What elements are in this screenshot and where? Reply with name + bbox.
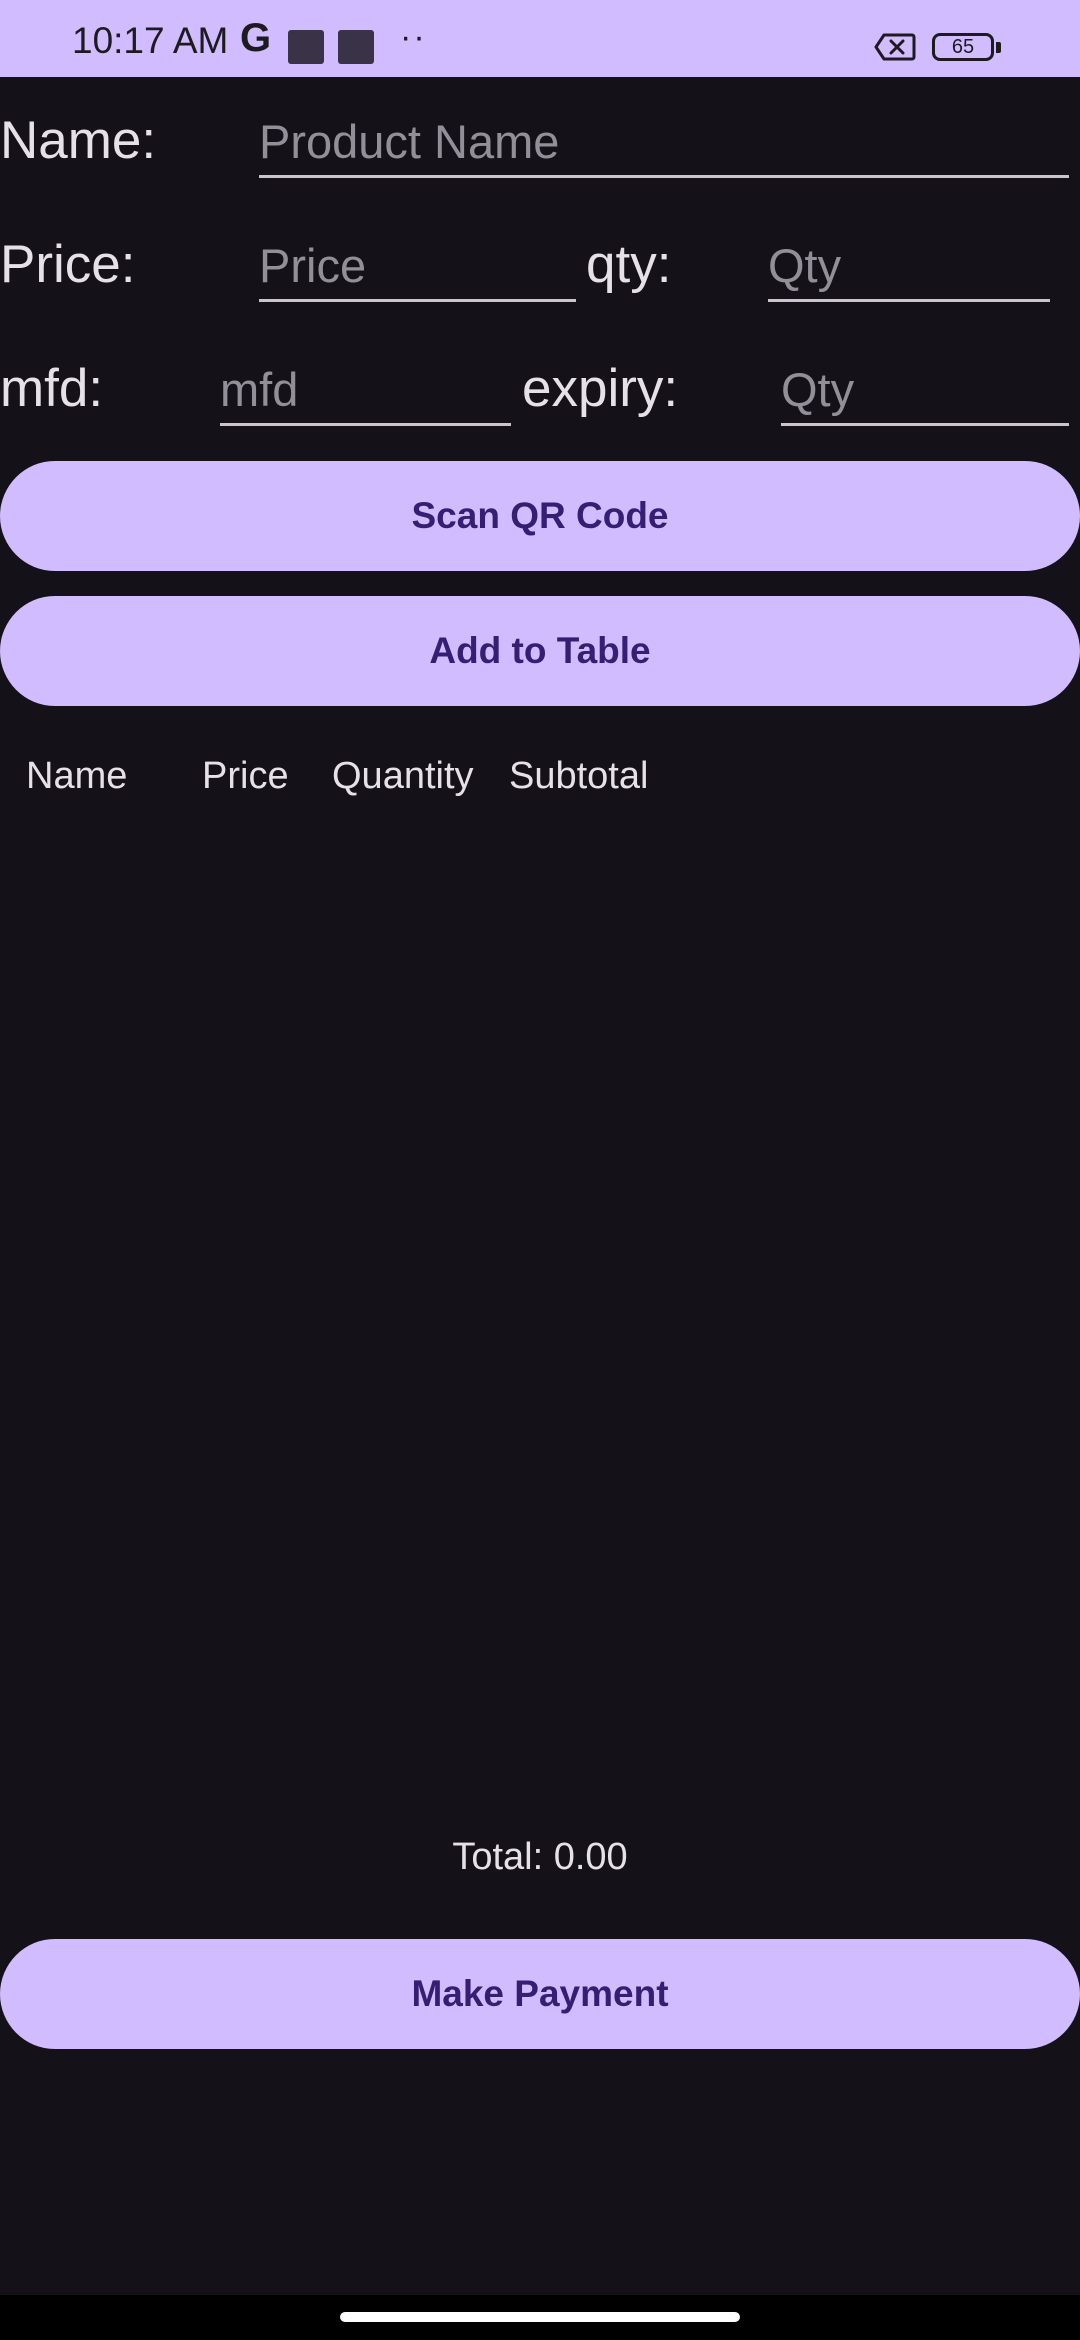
price-field [259,232,576,302]
mfd-label: mfd: [0,359,104,418]
battery-cap [996,42,1001,53]
make-payment-button[interactable]: Make Payment [0,1939,1080,2049]
g-icon: G [240,16,272,60]
column-header-name: Name [26,755,128,797]
mfd-field [220,356,511,426]
home-gesture-handle[interactable] [340,2312,740,2322]
qty-field [768,232,1050,302]
qty-label: qty: [586,235,672,294]
total-label: Total: 0.00 [452,1836,628,1878]
notification-square-icon [338,30,374,64]
mfd-input[interactable] [220,356,511,423]
qty-input[interactable] [768,232,1050,299]
notification-square-icon [288,30,324,64]
battery-level: 65 [951,36,975,58]
scan-qr-button[interactable]: Scan QR Code [0,461,1080,571]
expiry-input[interactable] [781,356,1069,423]
name-label: Name: [0,111,157,170]
price-input[interactable] [259,232,576,299]
column-header-quantity: Quantity [332,755,474,797]
product-name-field [259,108,1069,178]
no-sim-icon [874,33,916,61]
product-name-input[interactable] [259,108,1069,175]
price-label: Price: [0,235,136,294]
status-time: 10:17 AM [72,20,229,61]
column-header-price: Price [202,755,289,797]
more-dots-icon: ·· [400,18,427,56]
expiry-field [781,356,1069,426]
column-header-subtotal: Subtotal [509,755,649,797]
expiry-label: expiry: [522,359,679,418]
add-to-table-button[interactable]: Add to Table [0,596,1080,706]
